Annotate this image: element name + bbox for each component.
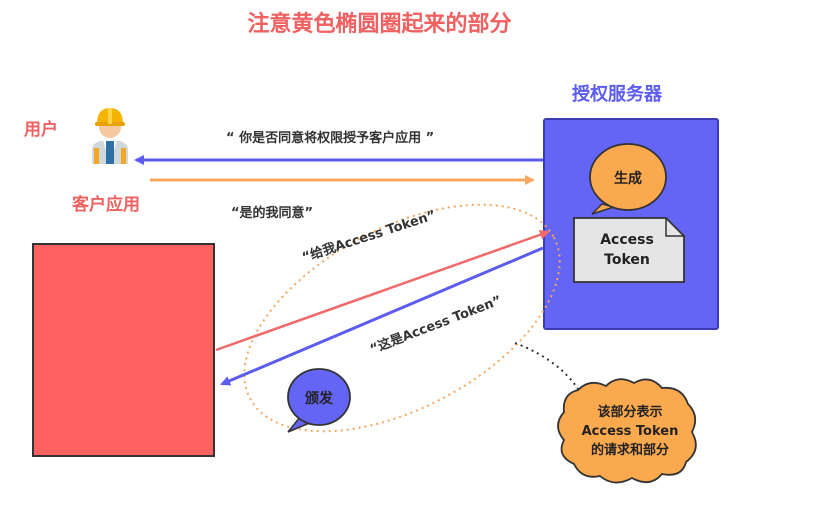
note-line-1: 该部分表示 — [597, 405, 663, 420]
consent-approve-text: “是的我同意” — [231, 206, 314, 221]
note-line-3: 的请求和部分 — [590, 443, 669, 458]
note-line-2: Access Token — [581, 424, 679, 439]
diagram-canvas — [92, 108, 697, 484]
worker-with-helmet-icon — [92, 108, 128, 164]
issue-text: 颁发 — [305, 391, 333, 407]
note-connector — [514, 342, 581, 393]
token-document-label: Access Token — [574, 230, 680, 270]
note-text: 该部分表示 Access Token 的请求和部分 — [566, 403, 694, 460]
token-request-arrow — [215, 229, 550, 352]
token-line-2: Token — [604, 252, 650, 268]
generate-text: 生成 — [614, 171, 642, 187]
token-line-1: Access — [600, 232, 654, 248]
token-issue-arrow — [220, 246, 544, 386]
consent-request-text: “ 你是否同意将权限授予客户应用 ” — [226, 131, 435, 146]
